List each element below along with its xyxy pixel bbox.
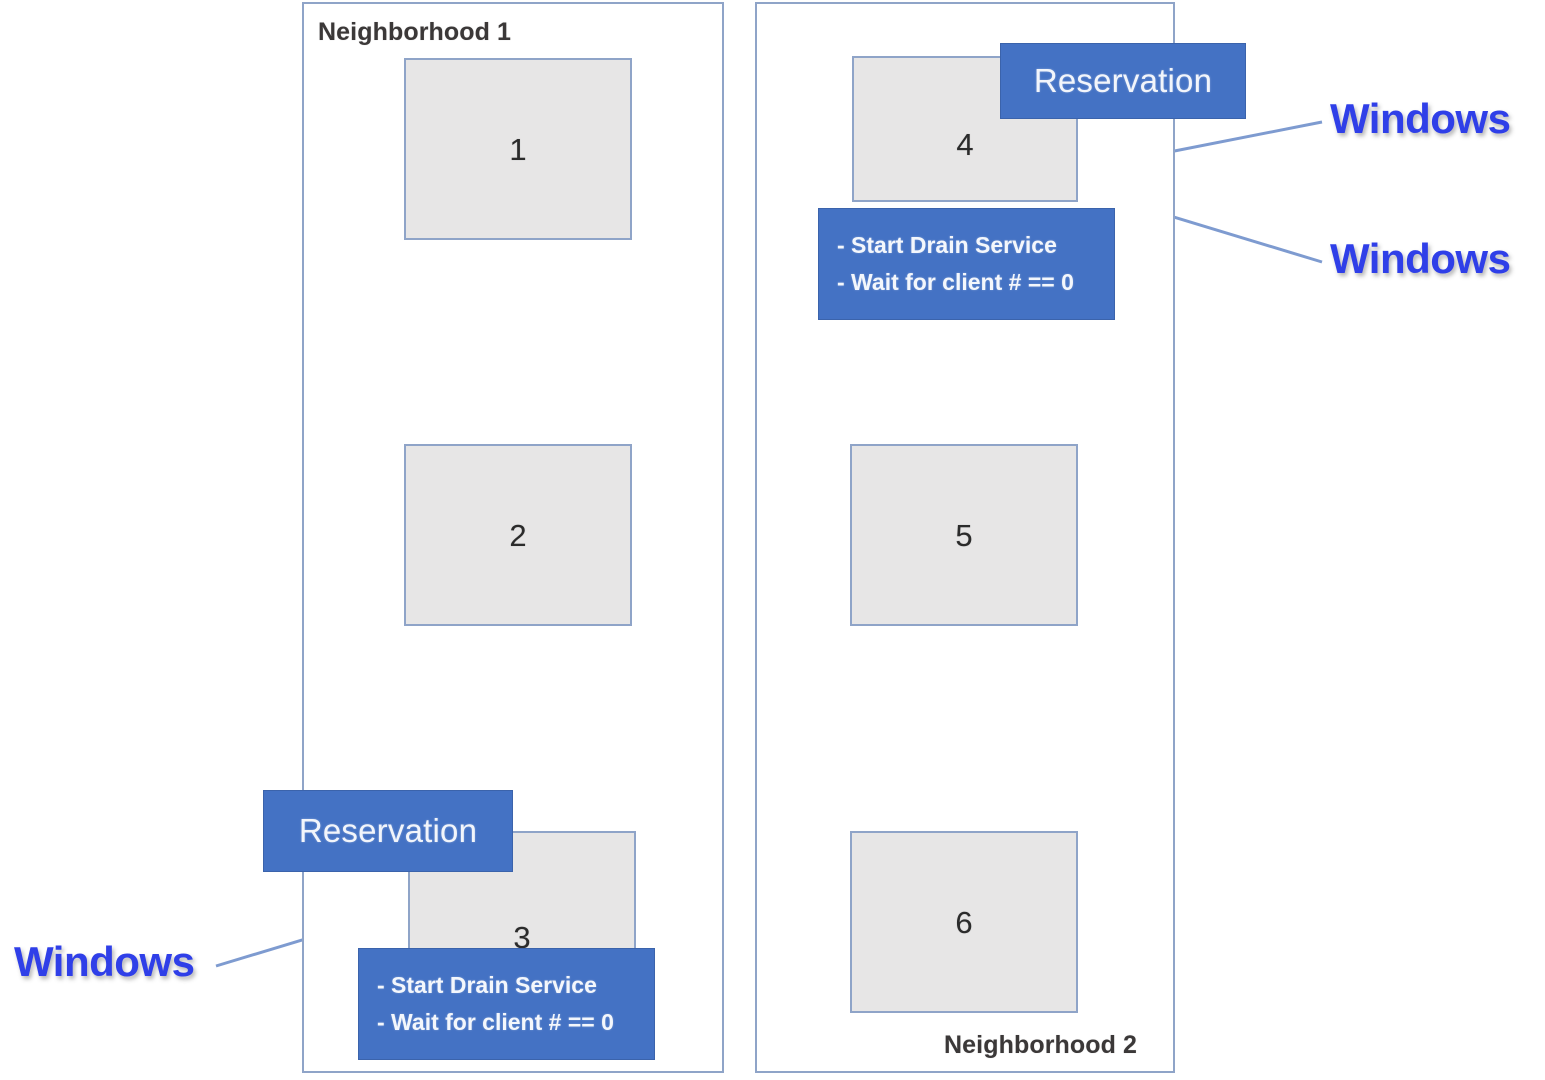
- node-1-label: 1: [509, 131, 527, 167]
- action-item-start-drain-service: - Start Drain Service: [837, 231, 1057, 258]
- action-list-node-3: - Start Drain Service - Wait for client …: [359, 949, 654, 1059]
- reservation-callout-node-4[interactable]: Reservation: [1000, 43, 1246, 119]
- reservation-callout-node-3-title: Reservation: [298, 812, 478, 849]
- node-5-label: 5: [955, 517, 973, 553]
- node-box-6[interactable]: 6: [850, 831, 1078, 1013]
- reservation-callout-node-4-title: Reservation: [1033, 62, 1213, 99]
- windows-watermark-top-right: Windows: [1330, 95, 1511, 142]
- neighborhood-1-label: Neighborhood 1: [318, 18, 512, 46]
- node-box-2[interactable]: 2: [404, 444, 632, 626]
- node-box-1[interactable]: 1: [404, 58, 632, 240]
- node-4-label: 4: [956, 126, 974, 162]
- windows-watermark-bottom-left: Windows: [14, 938, 195, 985]
- node-6-label: 6: [955, 904, 973, 940]
- diagram-canvas: Neighborhood 1 Neighborhood 2 1 2 3 4 5 …: [0, 0, 1545, 1080]
- action-item-wait-for-client: - Wait for client # == 0: [837, 269, 1074, 295]
- action-list-callout-node-4[interactable]: - Start Drain Service - Wait for client …: [818, 208, 1115, 320]
- neighborhood-2-label: Neighborhood 2: [944, 1031, 1138, 1059]
- reservation-callout-node-3[interactable]: Reservation: [263, 790, 513, 872]
- action-item-wait-for-client: - Wait for client # == 0: [377, 1009, 614, 1035]
- windows-watermark-mid-right: Windows: [1330, 235, 1511, 282]
- node-2-label: 2: [509, 517, 527, 553]
- action-list-node-4: - Start Drain Service - Wait for client …: [819, 209, 1114, 319]
- node-box-5[interactable]: 5: [850, 444, 1078, 626]
- action-item-start-drain-service: - Start Drain Service: [377, 971, 597, 998]
- action-list-callout-node-3[interactable]: - Start Drain Service - Wait for client …: [358, 948, 655, 1060]
